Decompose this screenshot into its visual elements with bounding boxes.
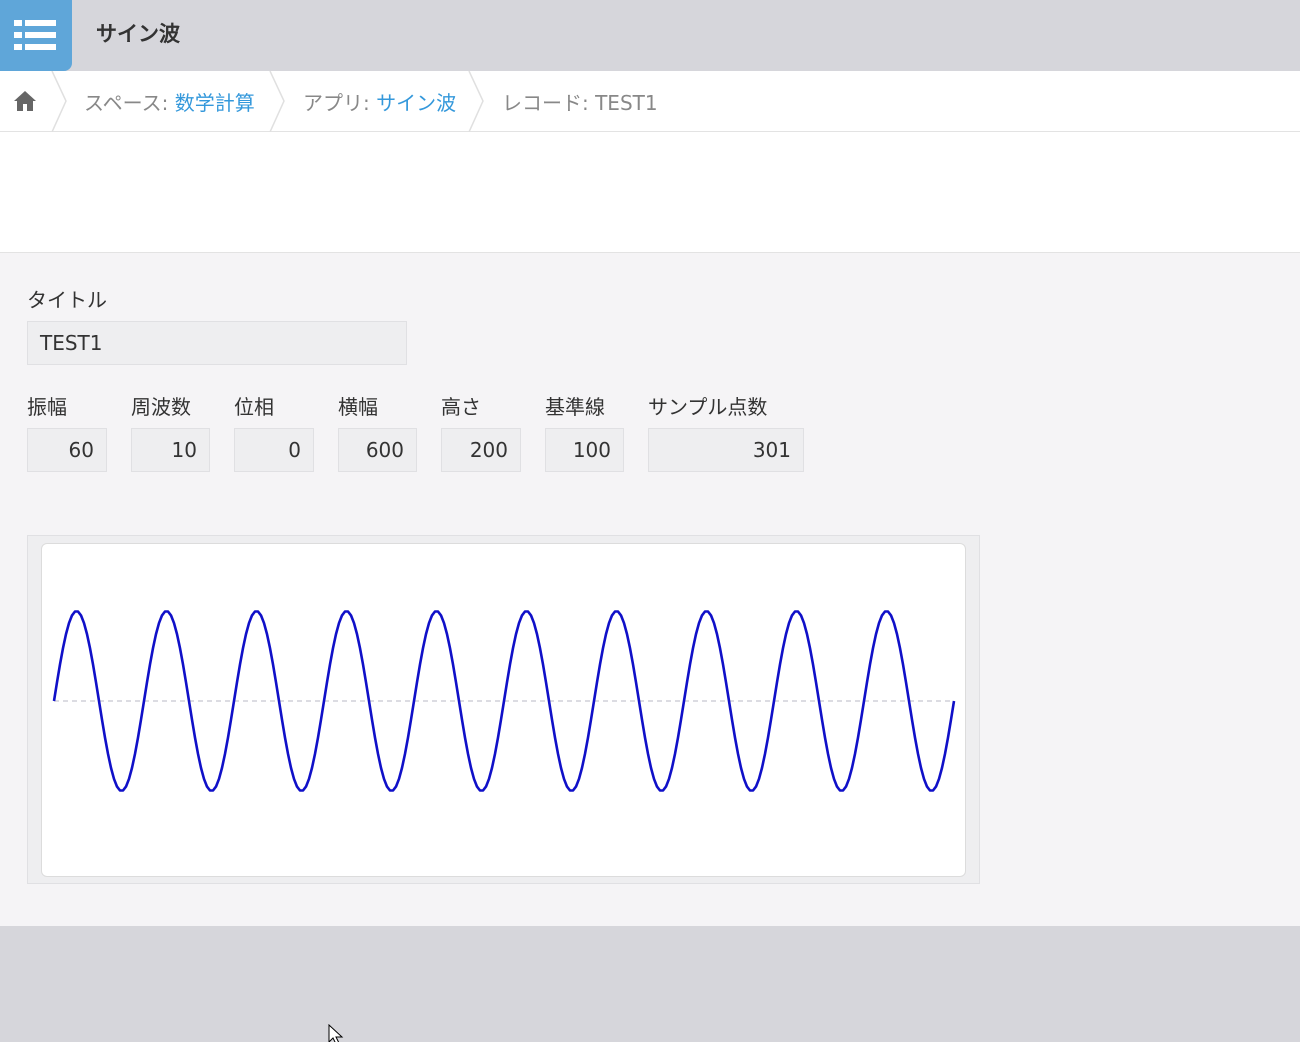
- height-field[interactable]: 200: [441, 428, 521, 472]
- breadcrumb-separator: [468, 71, 484, 132]
- width-label: 横幅: [338, 395, 378, 419]
- breadcrumb-space[interactable]: スペース: 数学計算: [84, 87, 255, 116]
- home-icon[interactable]: [12, 89, 38, 113]
- chart-container: [27, 535, 980, 884]
- phase-label: 位相: [234, 395, 274, 419]
- breadcrumb: スペース: 数学計算 アプリ: サイン波 レコード: TEST1: [0, 71, 1300, 132]
- sample-count-label: サンプル点数: [648, 395, 768, 419]
- title-label: タイトル: [27, 288, 107, 312]
- breadcrumb-space-link[interactable]: 数学計算: [175, 91, 255, 115]
- title-field[interactable]: TEST1: [27, 321, 407, 365]
- frequency-label: 周波数: [131, 395, 191, 419]
- app-list-icon[interactable]: [0, 0, 72, 71]
- mouse-cursor-icon: [328, 1024, 344, 1042]
- record-toolbar-area: [0, 132, 1300, 253]
- breadcrumb-app-prefix: アプリ:: [303, 91, 377, 115]
- sample-count-field[interactable]: 301: [648, 428, 804, 472]
- phase-field[interactable]: 0: [234, 428, 314, 472]
- chart-canvas: [41, 543, 966, 877]
- height-label: 高さ: [441, 395, 481, 419]
- baseline-label: 基準線: [545, 395, 605, 419]
- app-header: サイン波: [0, 0, 1300, 71]
- breadcrumb-separator: [269, 71, 285, 132]
- amplitude-field[interactable]: 60: [27, 428, 107, 472]
- amplitude-label: 振幅: [27, 395, 67, 419]
- breadcrumb-space-prefix: スペース:: [84, 91, 175, 115]
- frequency-field[interactable]: 10: [131, 428, 210, 472]
- breadcrumb-app-link[interactable]: サイン波: [376, 91, 456, 115]
- breadcrumb-record: レコード: TEST1: [502, 91, 658, 115]
- breadcrumb-app[interactable]: アプリ: サイン波: [303, 87, 456, 116]
- width-field[interactable]: 600: [338, 428, 417, 472]
- breadcrumb-separator: [51, 71, 67, 132]
- sine-chart: [52, 610, 956, 792]
- baseline-field[interactable]: 100: [545, 428, 624, 472]
- sine-wave-line: [52, 610, 956, 792]
- app-title: サイン波: [96, 22, 180, 46]
